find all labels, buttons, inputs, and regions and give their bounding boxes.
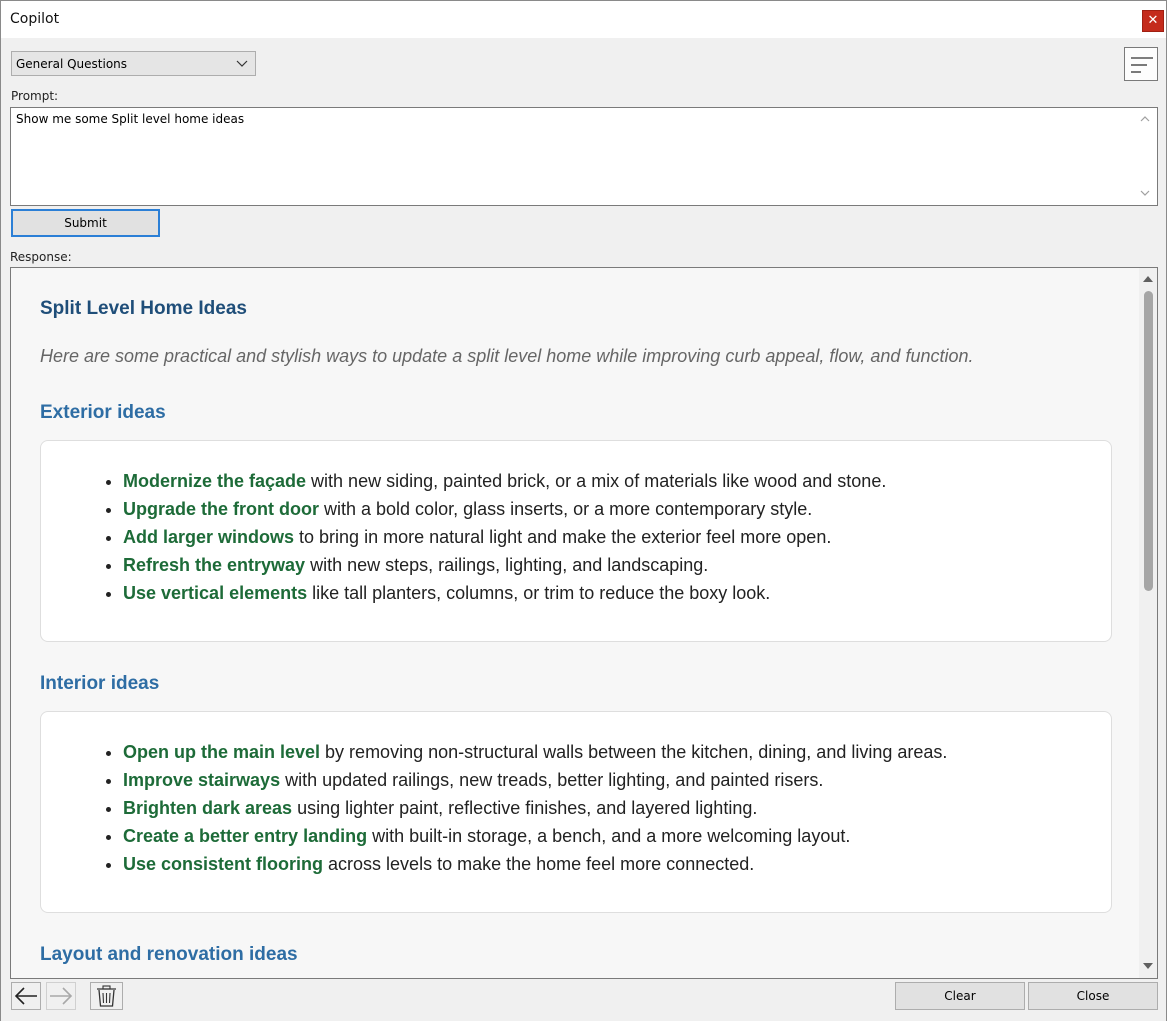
window-close-button[interactable]: ✕: [1142, 10, 1164, 32]
response-intro: Here are some practical and stylish ways…: [40, 346, 974, 366]
item-text: to bring in more natural light and make …: [294, 527, 832, 547]
list-item: Open up the main level by removing non-s…: [123, 738, 947, 766]
response-label: Response:: [10, 250, 72, 264]
category-dropdown-value: General Questions: [16, 57, 128, 71]
item-lead: Brighten dark areas: [123, 798, 293, 818]
item-text: using lighter paint, reflective finishes…: [292, 798, 758, 818]
item-lead: Add larger windows: [123, 527, 295, 547]
item-text: like tall planters, columns, or trim to …: [307, 583, 771, 603]
window-title: Copilot: [10, 11, 60, 27]
delete-button[interactable]: [90, 982, 123, 1010]
exterior-ideas-list: Modernize the façade with new siding, pa…: [123, 467, 886, 607]
list-item: Add larger windows to bring in more natu…: [123, 523, 886, 551]
item-lead: Upgrade the front door: [123, 499, 319, 519]
section-heading-interior: Interior ideas: [40, 673, 160, 694]
item-text: with new siding, painted brick, or a mix…: [306, 471, 887, 491]
arrow-right-icon: [50, 987, 73, 1005]
submit-button[interactable]: Submit: [11, 209, 160, 237]
list-item: Upgrade the front door with a bold color…: [123, 495, 886, 523]
clear-button[interactable]: Clear: [895, 982, 1025, 1010]
trash-icon: [97, 985, 116, 1007]
item-lead: Improve stairways: [123, 770, 281, 790]
item-lead: Open up the main level: [123, 742, 321, 762]
prompt-input-text: Show me some Split level home ideas: [16, 112, 245, 126]
exterior-ideas-card: Modernize the façade with new siding, pa…: [40, 440, 1112, 642]
scrollbar-thumb[interactable]: [1144, 291, 1153, 591]
list-item: Use consistent flooring across levels to…: [123, 850, 947, 878]
scroll-up-arrow-icon[interactable]: [1139, 114, 1151, 124]
interior-ideas-card: Open up the main level by removing non-s…: [40, 711, 1112, 913]
item-text: by removing non-structural walls between…: [320, 742, 948, 762]
list-item: Create a better entry landing with built…: [123, 822, 947, 850]
forward-button[interactable]: [46, 982, 76, 1010]
title-bar: Copilot ✕: [0, 0, 1167, 38]
options-menu-button[interactable]: [1124, 47, 1158, 81]
arrow-left-icon: [14, 987, 37, 1005]
list-item: Use vertical elements like tall planters…: [123, 579, 886, 607]
item-text: with built-in storage, a bench, and a mo…: [367, 826, 851, 846]
section-heading-exterior: Exterior ideas: [40, 402, 166, 423]
item-text: with updated railings, new treads, bette…: [280, 770, 824, 790]
list-item: Modernize the façade with new siding, pa…: [123, 467, 886, 495]
prompt-label: Prompt:: [11, 89, 59, 103]
interior-ideas-list: Open up the main level by removing non-s…: [123, 738, 947, 878]
scroll-down-arrow-icon[interactable]: [1139, 188, 1151, 198]
list-item: Refresh the entryway with new steps, rai…: [123, 551, 886, 579]
close-button[interactable]: Close: [1028, 982, 1158, 1010]
item-text: with a bold color, glass inserts, or a m…: [319, 499, 813, 519]
section-heading-layout: Layout and renovation ideas: [40, 944, 298, 965]
list-item: Brighten dark areas using lighter paint,…: [123, 794, 947, 822]
category-dropdown[interactable]: General Questions: [11, 51, 256, 76]
list-item: Improve stairways with updated railings,…: [123, 766, 947, 794]
item-lead: Refresh the entryway: [123, 555, 306, 575]
item-text: with new steps, railings, lighting, and …: [305, 555, 709, 575]
item-lead: Modernize the façade: [123, 471, 307, 491]
item-lead: Use vertical elements: [123, 583, 308, 603]
hamburger-lines-icon: [1131, 57, 1153, 73]
item-lead: Create a better entry landing: [123, 826, 368, 846]
item-lead: Use consistent flooring: [123, 854, 324, 874]
response-scrollbar[interactable]: [1139, 268, 1157, 978]
prompt-input[interactable]: Show me some Split level home ideas: [10, 107, 1158, 206]
response-title: Split Level Home Ideas: [40, 298, 247, 319]
response-panel[interactable]: Split Level Home Ideas Here are some pra…: [10, 267, 1158, 979]
chevron-down-icon: [236, 60, 248, 67]
item-text: across levels to make the home feel more…: [323, 854, 755, 874]
scroll-up-arrow-icon[interactable]: [1142, 274, 1154, 284]
scroll-down-arrow-icon[interactable]: [1142, 961, 1154, 971]
back-button[interactable]: [11, 982, 41, 1010]
